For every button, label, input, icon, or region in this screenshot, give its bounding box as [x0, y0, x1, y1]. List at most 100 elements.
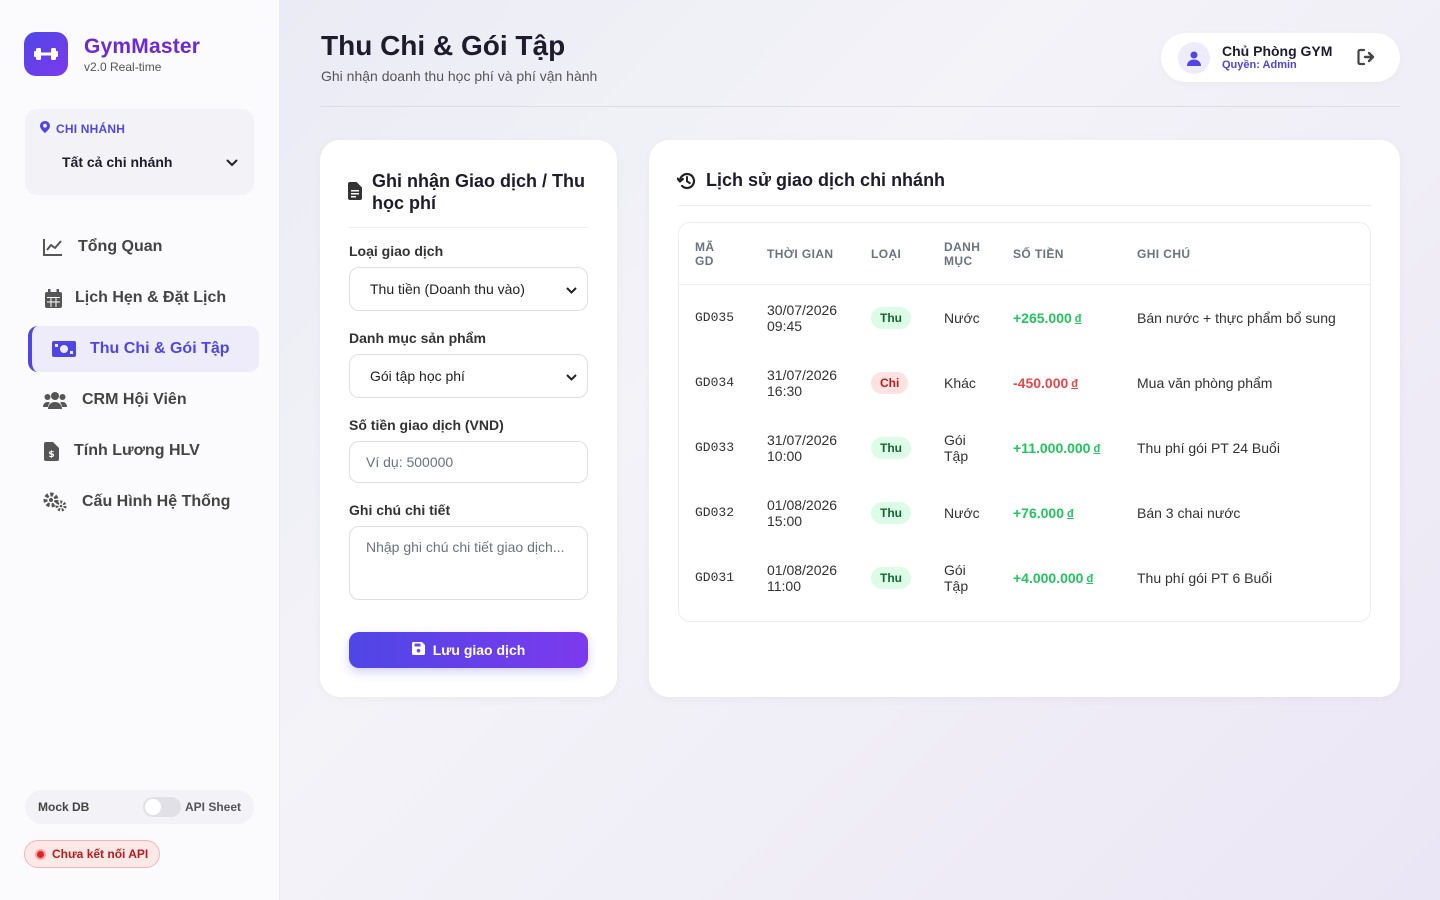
- history-title: Lịch sử giao dịch chi nhánh: [706, 170, 946, 190]
- transaction-type-value: Thu tiền (Doanh thu vào): [370, 281, 525, 297]
- brand-version: v2.0 Real-time: [84, 59, 162, 74]
- switch-knob: [145, 799, 161, 815]
- row-time: 31/07/2026 16:30: [767, 367, 838, 399]
- amount-label: Số tiền giao dịch (VND): [349, 417, 504, 433]
- row-time: 01/08/2026 15:00: [767, 497, 838, 529]
- chevron-down-icon: [226, 154, 238, 170]
- table-row[interactable]: GD035 30/07/2026 09:45 Thu Nước +265.000 đ Bán …: [679, 285, 1370, 350]
- sidebar: GymMaster v2.0 Real-time CHI NHÁNH Tất c…: [0, 0, 280, 900]
- user-name: Chủ Phòng GYM: [1222, 43, 1333, 59]
- map-pin-icon: [40, 121, 50, 136]
- file-invoice-icon: [348, 182, 362, 205]
- api-status-badge: Chưa kết nối API: [24, 840, 160, 868]
- col-note: GHI CHÚ: [1137, 247, 1191, 261]
- nav-item-settings[interactable]: Cấu Hình Hệ Thống: [28, 479, 259, 525]
- save-transaction-button[interactable]: Lưu giao dịch: [349, 632, 588, 668]
- status-dot-icon: [37, 850, 44, 858]
- row-id: GD034: [695, 375, 735, 390]
- transaction-history-card: Lịch sử giao dịch chi nhánh MÃ GD THỜI GI…: [649, 140, 1400, 697]
- category-value: Gói tập học phí: [370, 368, 465, 384]
- branch-selector: CHI NHÁNH Tất cả chi nhánh: [25, 109, 254, 195]
- brand[interactable]: GymMaster v2.0 Real-time: [24, 32, 200, 76]
- nav-item-appointments[interactable]: Lịch Hẹn & Đặt Lịch: [28, 275, 259, 321]
- nav-item-finance[interactable]: Thu Chi & Gói Tập: [28, 326, 259, 372]
- mock-db-label: Mock DB: [38, 800, 90, 814]
- user-role: Quyền: Admin: [1222, 59, 1297, 71]
- header-divider: [320, 106, 1400, 107]
- type-badge: Thu: [871, 307, 911, 329]
- api-sheet-label: API Sheet: [185, 800, 242, 814]
- table-header: MÃ GD THỜI GIAN LOẠI DANH MỤC SỐ TIỀN GHI …: [679, 223, 1370, 285]
- users-icon: [42, 389, 68, 411]
- row-amount: +265.000 đ: [1013, 310, 1082, 326]
- row-category: Nước: [944, 505, 980, 521]
- chevron-down-icon: [566, 368, 577, 384]
- chart-line-icon: [42, 236, 64, 258]
- row-note: Thu phí gói PT 24 Buổi: [1137, 440, 1280, 456]
- note-textarea[interactable]: [349, 526, 588, 600]
- nav-item-crm[interactable]: CRM Hội Viên: [28, 377, 259, 423]
- calendar-icon: [42, 287, 64, 309]
- type-badge: Chi: [871, 372, 909, 394]
- row-amount: +4.000.000 đ: [1013, 570, 1094, 586]
- row-amount: +11.000.000 đ: [1013, 440, 1101, 456]
- user-avatar-icon: [1178, 42, 1210, 74]
- table-row[interactable]: GD032 01/08/2026 15:00 Thu Nước +76.000 đ Bán 3…: [679, 480, 1370, 545]
- row-category: Gói Tập: [944, 562, 969, 594]
- transaction-type-select[interactable]: Thu tiền (Doanh thu vào): [349, 267, 588, 311]
- currency-symbol: đ: [1086, 573, 1094, 585]
- dumbbell-icon: [24, 32, 68, 76]
- category-label: Danh mục sản phẩm: [349, 330, 486, 346]
- mode-switch[interactable]: [143, 797, 181, 817]
- chevron-down-icon: [566, 281, 577, 297]
- currency-symbol: đ: [1071, 378, 1079, 390]
- row-note: Thu phí gói PT 6 Buổi: [1137, 570, 1273, 586]
- form-title: Ghi nhận Giao dịch / Thu học phí: [372, 171, 585, 213]
- row-amount: +76.000 đ: [1013, 505, 1074, 521]
- brand-name: GymMaster: [84, 34, 201, 58]
- currency-symbol: đ: [1067, 508, 1074, 520]
- gears-icon: [42, 491, 68, 513]
- row-time: 30/07/2026 09:45: [767, 302, 838, 334]
- row-category: Khác: [944, 375, 976, 391]
- row-note: Mua văn phòng phẩm: [1137, 375, 1273, 391]
- branch-selected: Tất cả chi nhánh: [62, 154, 173, 170]
- nav-item-overview[interactable]: Tổng Quan: [28, 224, 259, 270]
- amount-input[interactable]: [349, 441, 588, 483]
- table-row[interactable]: GD034 31/07/2026 16:30 Chi Khác -450.000 đ Mua …: [679, 350, 1370, 415]
- table-row[interactable]: GD031 01/08/2026 11:00 Thu Gói Tập +4.000.000 đ…: [679, 545, 1370, 610]
- type-badge: Thu: [871, 502, 911, 524]
- branch-label: CHI NHÁNH: [40, 121, 125, 136]
- page-subtitle: Ghi nhận doanh thu học phí và phí vận hà…: [321, 68, 598, 84]
- transaction-table: MÃ GD THỜI GIAN LOẠI DANH MỤC SỐ TIỀN GHI …: [678, 222, 1371, 622]
- table-row[interactable]: GD033 31/07/2026 10:00 Thu Gói Tập +11.000.000…: [679, 415, 1370, 480]
- nav-item-payroll[interactable]: $ Tính Lương HLV: [28, 428, 259, 474]
- row-id: GD031: [695, 570, 735, 585]
- row-note: Bán nước + thực phẩm bổ sung: [1137, 310, 1336, 326]
- save-button-label: Lưu giao dịch: [432, 642, 526, 658]
- invoice-icon: $: [42, 440, 60, 462]
- row-note: Bán 3 chai nước: [1137, 505, 1241, 521]
- col-category: DANH MỤC: [944, 240, 981, 268]
- col-time: THỜI GIAN: [767, 247, 834, 261]
- row-id: GD032: [695, 505, 735, 520]
- history-icon: [677, 172, 696, 190]
- row-time: 01/08/2026 11:00: [767, 562, 838, 594]
- type-label: Loại giao dịch: [349, 243, 444, 259]
- category-select[interactable]: Gói tập học phí: [349, 354, 588, 398]
- branch-dropdown[interactable]: Tất cả chi nhánh: [62, 154, 238, 170]
- row-category: Gói Tập: [944, 432, 969, 464]
- row-category: Nước: [944, 310, 980, 326]
- main-nav: Tổng Quan Lịch Hẹn & Đặt Lịch Thu Chi & …: [28, 224, 259, 530]
- data-mode-toggle: Mock DB API Sheet: [25, 790, 254, 824]
- svg-text:$: $: [48, 450, 54, 460]
- money-bill-icon: [52, 338, 76, 360]
- save-icon: [411, 642, 425, 658]
- row-id: GD035: [695, 310, 735, 325]
- form-divider: [349, 227, 588, 228]
- row-amount: -450.000 đ: [1013, 375, 1079, 391]
- row-time: 31/07/2026 10:00: [767, 432, 838, 464]
- row-id: GD033: [695, 440, 735, 455]
- logout-icon[interactable]: [1357, 48, 1377, 71]
- transaction-form-card: Ghi nhận Giao dịch / Thu học phí Loại gi…: [320, 140, 617, 697]
